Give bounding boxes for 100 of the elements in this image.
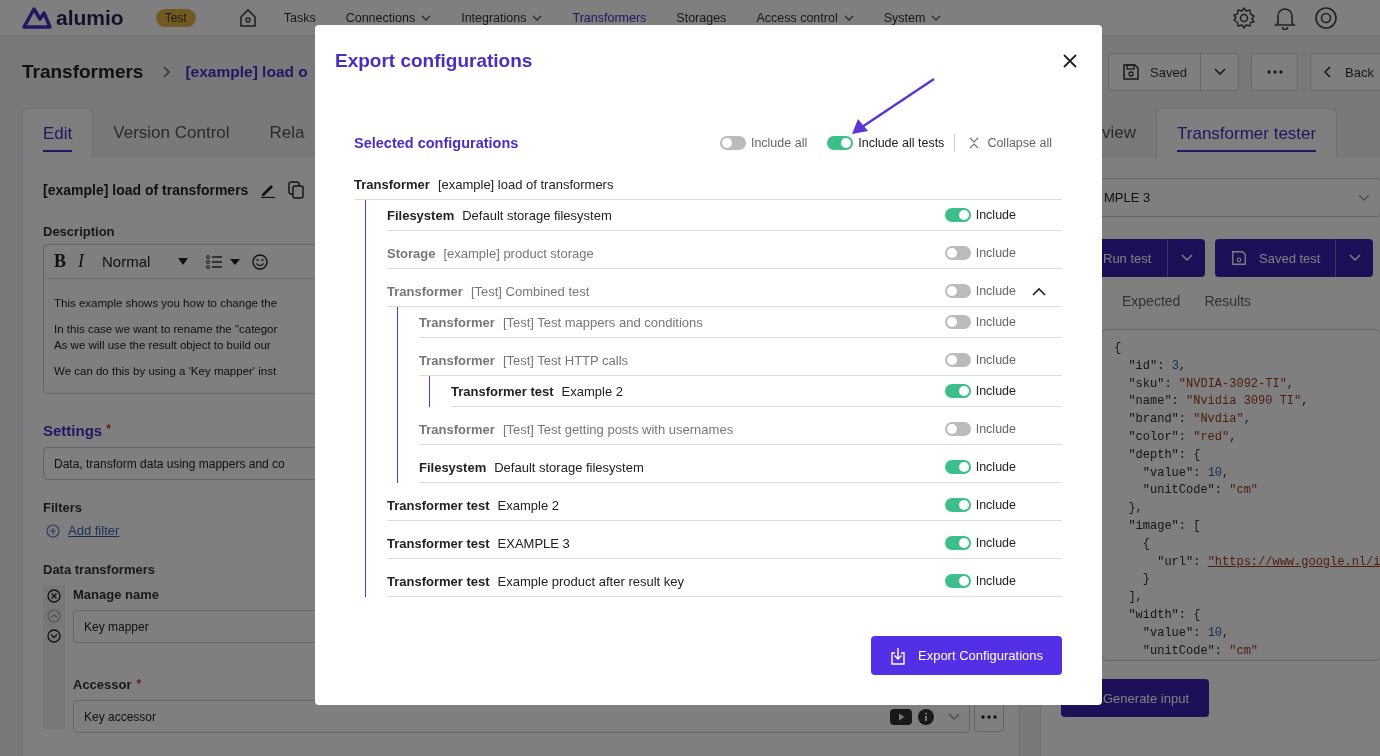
back-button[interactable]: Back [1310, 53, 1380, 91]
close-icon[interactable] [1063, 54, 1077, 68]
field-label: Description [43, 224, 115, 239]
pencil-icon[interactable] [260, 182, 277, 198]
more-icon[interactable] [981, 714, 997, 719]
item-type: Transformer [419, 352, 495, 368]
nav-item[interactable]: Integrations [461, 10, 543, 25]
chevron-left-icon[interactable] [1323, 66, 1331, 78]
toggle-label: Include [975, 422, 1016, 436]
tab[interactable]: Version Control [93, 108, 250, 158]
code-line: "image": [ [1127, 517, 1202, 535]
toggle-label: Include [975, 315, 1016, 329]
caret-icon[interactable] [931, 14, 942, 21]
toggle-switch[interactable] [944, 353, 971, 367]
nav-item[interactable]: Tasks [283, 10, 316, 25]
caret-icon[interactable] [532, 14, 543, 21]
tab[interactable]: Transformer tester [1156, 108, 1338, 158]
save-icon[interactable] [1231, 250, 1247, 266]
toggle-label: Include [975, 208, 1016, 222]
chevron-down-icon[interactable] [948, 712, 960, 721]
caret-icon[interactable] [421, 14, 432, 21]
play-icon[interactable] [890, 708, 912, 725]
format-dropdown[interactable]: Normal [96, 253, 195, 270]
nav-item[interactable]: Access control [756, 10, 854, 25]
toggle-switch[interactable] [944, 246, 971, 260]
description-text: As we will use the result object to build our [54, 338, 271, 353]
nav-item[interactable]: Connections [345, 10, 432, 25]
remove-icon[interactable] [47, 589, 61, 603]
collapse-all-button[interactable]: Collapse all [965, 136, 1052, 150]
toggle-label: Include [975, 384, 1016, 398]
nav-item[interactable]: Transformers [572, 10, 647, 25]
add-filter-link[interactable]: Add filter [68, 523, 120, 538]
toggle-switch[interactable] [944, 208, 971, 222]
caret-icon[interactable] [843, 14, 854, 21]
chevron-down-icon[interactable] [1358, 193, 1371, 202]
item-type: Transformer [354, 176, 430, 192]
item-name: [Test] Test HTTP calls [502, 352, 629, 368]
description-text: This example shows you how to change the [54, 296, 278, 311]
toggle-switch[interactable] [944, 460, 971, 474]
code-line: "value": 10, [1141, 464, 1231, 482]
settings-icon[interactable] [1232, 5, 1256, 30]
chevron-down-icon[interactable] [1213, 68, 1226, 76]
item-name: [Test] Test mappers and conditions [502, 314, 703, 330]
item-name: Default storage filesystem [462, 207, 612, 223]
logo-icon [22, 6, 52, 29]
chevron-right-icon [163, 66, 172, 78]
toggle-switch[interactable] [944, 574, 971, 588]
italic-button[interactable]: I [78, 251, 84, 272]
logo[interactable]: alumio [56, 5, 124, 30]
toggle-switch[interactable] [944, 284, 971, 298]
toggle-switch[interactable] [944, 536, 971, 550]
plus-circle-icon[interactable] [46, 523, 60, 538]
item-name: [example] load of transformers [437, 176, 614, 192]
item-type: Storage [387, 245, 436, 261]
code-line: "brand": "Nvdia", [1127, 411, 1252, 429]
toggle-switch[interactable] [944, 498, 971, 512]
toggle-switch[interactable] [827, 136, 854, 150]
item-name: EXAMPLE 3 [497, 535, 570, 551]
toggle-switch[interactable] [944, 384, 971, 398]
field-label: Data transformers [43, 562, 155, 577]
item-name: [example] product storage [443, 245, 594, 261]
bold-button[interactable]: B [54, 251, 66, 272]
info-icon[interactable] [918, 708, 934, 725]
toggle-switch[interactable] [719, 136, 746, 150]
list-icon[interactable] [206, 254, 241, 269]
item-name: Example 2 [561, 383, 623, 399]
code-line: { [1114, 340, 1123, 357]
more-icon[interactable] [1266, 70, 1283, 74]
item-type: Transformer [419, 421, 495, 437]
home-icon[interactable] [237, 7, 258, 28]
emoji-icon[interactable] [252, 253, 269, 270]
save-icon[interactable] [1122, 63, 1141, 81]
copy-icon[interactable] [288, 181, 305, 199]
item-name: Example 2 [497, 497, 559, 513]
code-line: "width": { [1127, 606, 1202, 624]
export-button[interactable]: Export Configurations [871, 636, 1062, 675]
caret-icon[interactable] [178, 258, 189, 265]
tab[interactable]: Results [1204, 293, 1252, 309]
saved-button[interactable]: Saved [1108, 53, 1201, 91]
download-icon[interactable] [890, 646, 906, 665]
breadcrumb-link[interactable]: [example] load o [185, 63, 308, 81]
toggle-switch[interactable] [944, 315, 971, 329]
toggle-label: Include [975, 284, 1016, 298]
code-line: { [1141, 535, 1151, 553]
toggle-label: Include [975, 353, 1016, 367]
field-label: Filters [43, 500, 82, 515]
nav-item[interactable]: Storages [676, 10, 727, 25]
toggle-switch[interactable] [944, 422, 971, 436]
code-line: "depth": { [1127, 446, 1202, 464]
saved-test-button[interactable]: Saved test [1215, 239, 1335, 277]
move-down-icon[interactable] [47, 629, 61, 643]
section-title: Selected configurations [354, 135, 519, 151]
nav-item[interactable]: System [883, 10, 942, 25]
chevron-icon[interactable] [1032, 286, 1046, 296]
tab[interactable]: Expected [1122, 293, 1181, 309]
tab[interactable]: Edit [22, 108, 94, 158]
toggle-label: Include all tests [858, 136, 945, 150]
notifications-icon[interactable] [1274, 5, 1296, 30]
transformer-name: [example] load of transformers [43, 182, 249, 198]
collapse-icon[interactable] [969, 137, 980, 149]
